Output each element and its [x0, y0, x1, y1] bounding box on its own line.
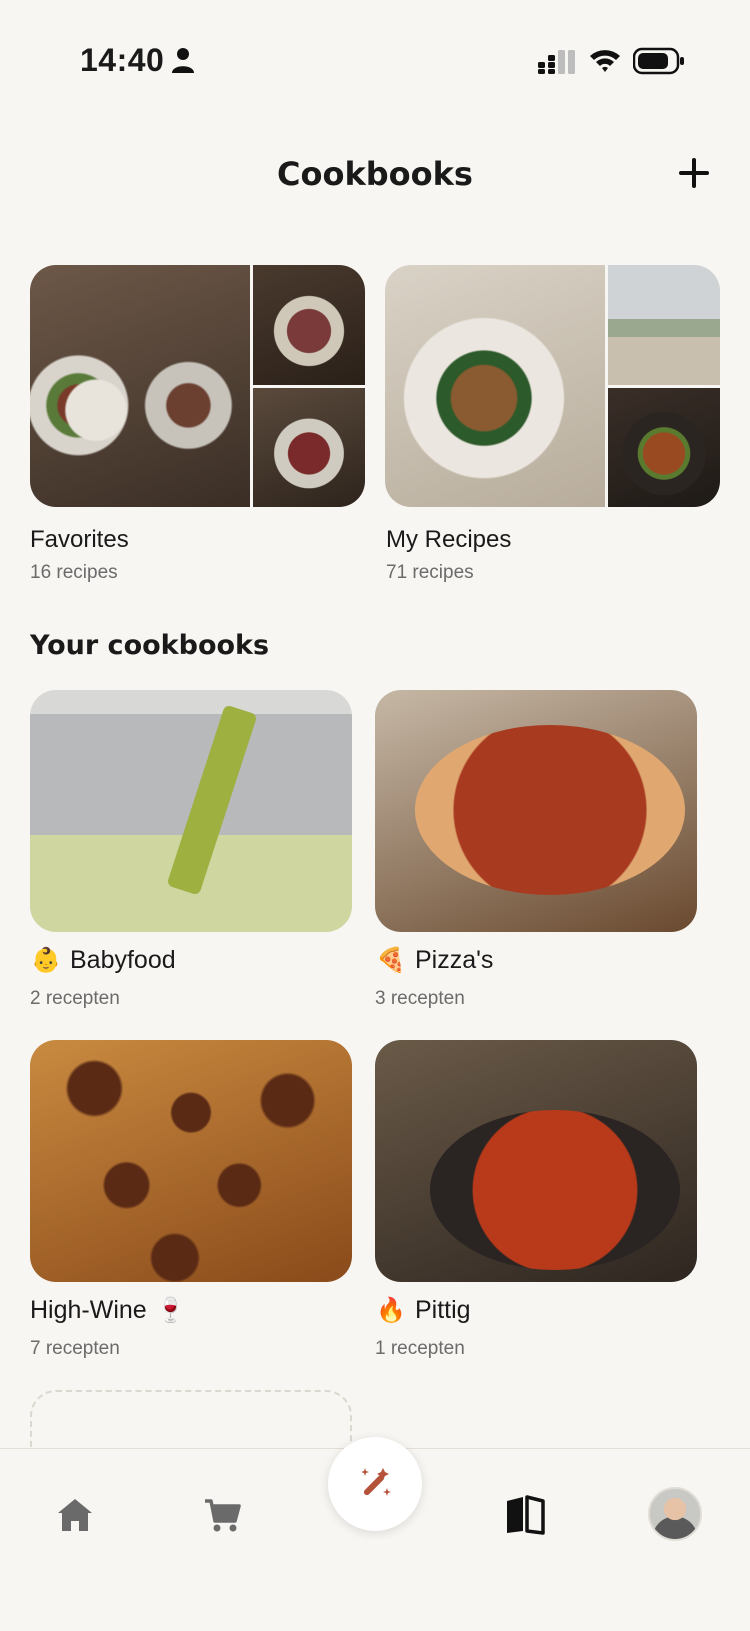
collection-image — [608, 387, 720, 507]
cookbook-title: 🔥 Pittig — [375, 1296, 471, 1325]
signal-icon — [538, 50, 575, 74]
status-time: 14:40 — [80, 42, 165, 78]
cookbook-image — [415, 725, 685, 895]
cookbook-count: 3 recepten — [375, 988, 465, 1009]
fire-emoji-icon: 🔥 — [376, 1297, 406, 1324]
cookbook-image — [430, 1110, 680, 1270]
cookbook-card-pittig[interactable] — [375, 1040, 697, 1282]
magic-create-button[interactable] — [328, 1437, 422, 1531]
collection-count: 16 recipes — [30, 562, 118, 583]
cookbook-card-pizzas[interactable] — [375, 690, 697, 932]
book-icon — [507, 1495, 545, 1535]
cookbook-count: 7 recepten — [30, 1338, 120, 1359]
avatar[interactable] — [648, 1487, 702, 1541]
home-icon — [58, 1499, 92, 1531]
cookbook-title-text: Babyfood — [70, 946, 176, 974]
person-icon — [172, 48, 194, 73]
cookbook-title: 🍕 Pizza's — [375, 946, 493, 975]
wifi-icon — [590, 50, 620, 72]
tab-home[interactable] — [45, 1485, 105, 1545]
cookbook-title: 👶 Babyfood — [30, 946, 176, 975]
collection-image — [253, 265, 365, 385]
cookbook-count: 1 recepten — [375, 1338, 465, 1359]
cookbook-image — [166, 704, 258, 896]
collection-title: Favorites — [30, 526, 129, 553]
tab-shopping[interactable] — [193, 1485, 253, 1545]
cookbook-title-text: High-Wine — [30, 1296, 147, 1324]
wine-emoji-icon: 🍷 — [155, 1297, 186, 1324]
cookbook-title-text: Pizza's — [415, 946, 494, 974]
cookbook-title: High-Wine 🍷 — [30, 1296, 187, 1325]
tab-cookbooks[interactable] — [495, 1485, 555, 1545]
collection-image — [253, 387, 365, 507]
cookbook-count: 2 recepten — [30, 988, 120, 1009]
plus-icon — [679, 158, 709, 188]
collection-title: My Recipes — [386, 526, 512, 553]
cookbook-card-babyfood[interactable] — [30, 690, 352, 932]
collection-image — [608, 265, 720, 385]
status-bar: 14:40 — [0, 0, 750, 120]
pizza-emoji-icon: 🍕 — [376, 947, 406, 974]
page-title: Cookbooks — [277, 155, 473, 193]
favorites-collection-card[interactable] — [30, 265, 365, 507]
collection-count: 71 recipes — [386, 562, 474, 583]
baby-emoji-icon: 👶 — [31, 947, 61, 974]
cookbook-title-text: Pittig — [415, 1296, 471, 1324]
battery-icon — [633, 47, 684, 75]
magic-wand-icon — [361, 1468, 391, 1496]
add-cookbook-button[interactable] — [676, 155, 712, 191]
cart-icon — [205, 1499, 241, 1532]
section-title: Your cookbooks — [30, 630, 270, 661]
cookbook-card-high-wine[interactable] — [30, 1040, 352, 1282]
tab-bar — [0, 1437, 750, 1631]
my-recipes-collection-card[interactable] — [385, 265, 720, 507]
collection-image — [385, 265, 605, 507]
collection-image — [30, 265, 250, 507]
